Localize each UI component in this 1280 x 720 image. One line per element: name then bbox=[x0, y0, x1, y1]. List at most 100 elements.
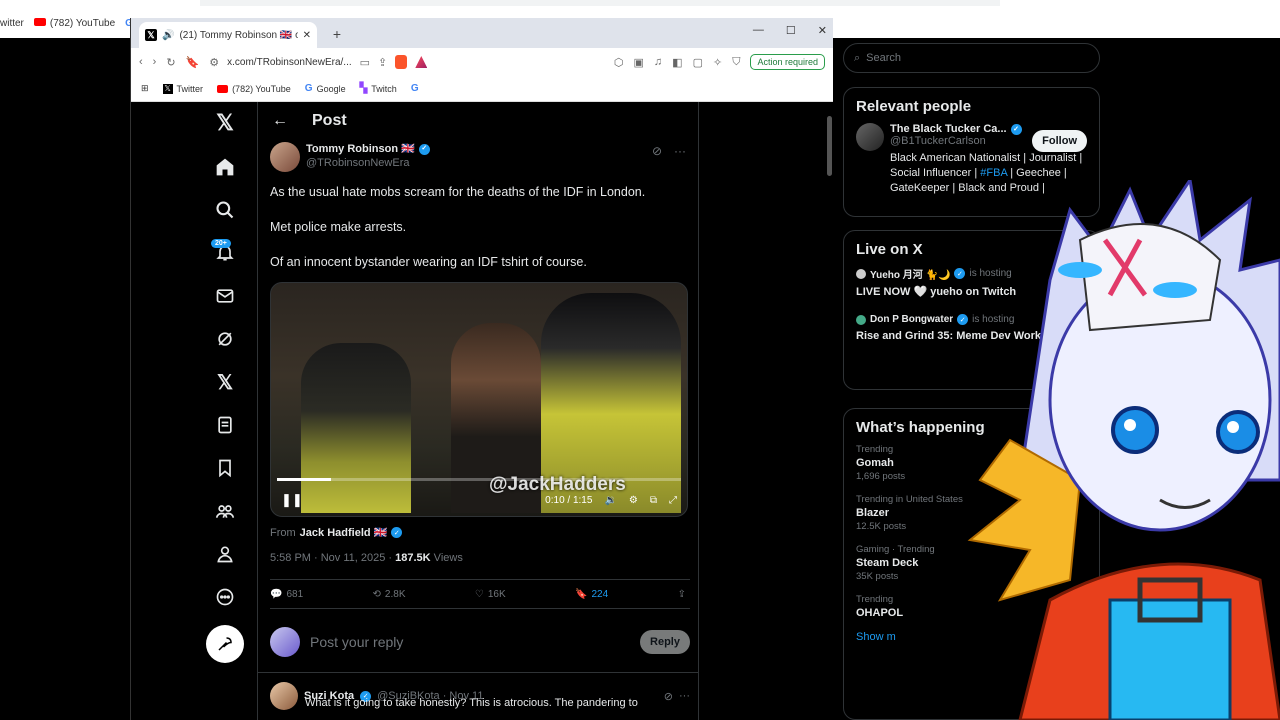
browser-window: 𝕏 🔊 (21) Tommy Robinson 🇬🇧 on X ✕ + — ☐ … bbox=[130, 18, 833, 720]
lists-icon[interactable] bbox=[205, 410, 245, 440]
sidebar-icon[interactable]: ◧ bbox=[672, 56, 682, 69]
vpn-icon[interactable]: ⛉ bbox=[732, 56, 740, 69]
site-info-icon[interactable]: ⚙ bbox=[209, 56, 219, 69]
browser-toolbar: ‹ › ↻ 🔖 ⚙ x.com/TRobinsonNewEra/... ▭ ⇪ … bbox=[131, 48, 833, 76]
minimize-icon[interactable]: — bbox=[753, 24, 764, 37]
search-input[interactable]: ⌕ Search bbox=[843, 43, 1100, 73]
bookmark-twitch[interactable]: ▚ Twitch bbox=[360, 83, 397, 94]
address-bar[interactable]: ⚙ x.com/TRobinsonNewEra/... ▭ ⇪ bbox=[209, 55, 604, 69]
reload-icon[interactable]: ↻ bbox=[166, 56, 175, 69]
more-options-icon[interactable]: ··· bbox=[674, 144, 686, 158]
leo-icon[interactable]: ✧ bbox=[713, 56, 722, 69]
grok-explain-icon[interactable]: ⊘ bbox=[664, 690, 673, 703]
grok-icon[interactable] bbox=[205, 324, 245, 354]
premium-x-icon[interactable]: 𝕏 bbox=[205, 367, 245, 397]
avatar[interactable] bbox=[270, 142, 300, 172]
post-text-line-1: As the usual hate mobs scream for the de… bbox=[270, 185, 646, 199]
bookmark-twitch-label: Twitch bbox=[371, 83, 397, 94]
back-arrow-icon[interactable]: ← bbox=[272, 112, 288, 130]
scrollbar[interactable] bbox=[827, 116, 832, 176]
maximize-icon[interactable]: ☐ bbox=[786, 24, 796, 37]
relevant-person-name[interactable]: The Black Tucker Ca... bbox=[890, 123, 1007, 135]
avatar bbox=[270, 627, 300, 657]
post-stats: 💬 681 ⟲ 2.8K ♡ 16K 🔖 224 ⇪ bbox=[270, 579, 690, 609]
bg-bookmark-twitter[interactable]: witter bbox=[0, 18, 24, 29]
compose-post-button[interactable] bbox=[206, 625, 244, 663]
reply-item[interactable]: Suzi Kota ✓ @SuziBKota · Nov 11 ⊘ ··· Wh… bbox=[270, 682, 690, 710]
wallet-icon[interactable]: ▢ bbox=[693, 56, 703, 69]
extension-icon[interactable]: ⬡ bbox=[614, 56, 624, 69]
timestamp-text[interactable]: 5:58 PM · Nov 11, 2025 · bbox=[270, 552, 395, 564]
video-progress-fill bbox=[277, 478, 331, 481]
profile-icon[interactable] bbox=[205, 539, 245, 569]
picture-in-picture-icon[interactable]: ⧉ bbox=[650, 495, 657, 506]
extension-icon-2[interactable]: ▣ bbox=[634, 56, 644, 69]
like-stat[interactable]: ♡ 16K bbox=[475, 589, 506, 600]
author-handle[interactable]: @TRobinsonNewEra bbox=[306, 156, 430, 170]
speaker-icon[interactable]: 🔊 bbox=[162, 30, 174, 41]
x-home-logo-icon[interactable]: 𝕏 bbox=[205, 108, 245, 138]
video-time: 0:10 / 1:15 bbox=[545, 494, 593, 506]
cast-icon[interactable]: ▭ bbox=[360, 56, 370, 69]
follow-button[interactable]: Follow bbox=[1032, 130, 1087, 152]
replies-count: 681 bbox=[286, 588, 304, 600]
verified-badge-icon: ✓ bbox=[1010, 123, 1022, 135]
share-stat[interactable]: ⇪ bbox=[678, 589, 686, 600]
bookmarks-icon[interactable] bbox=[205, 453, 245, 483]
video-player[interactable]: @JackHadders ❚❚ 0:10 / 1:15 🔉 ⚙ ⧉ ⤢ bbox=[270, 282, 688, 517]
media-icon[interactable]: ♫ bbox=[654, 56, 662, 68]
relevant-people-title: Relevant people bbox=[856, 98, 972, 115]
bookmarks-count: 224 bbox=[591, 588, 609, 600]
video-progress-bar[interactable] bbox=[277, 478, 681, 481]
reply-input[interactable]: Post your reply bbox=[310, 634, 630, 650]
from-name[interactable]: Jack Hadfield 🇬🇧 bbox=[300, 526, 388, 539]
avatar[interactable] bbox=[856, 123, 884, 151]
repost-stat[interactable]: ⟲ 2.8K bbox=[373, 589, 406, 600]
url-text: x.com/TRobinsonNewEra/... bbox=[227, 56, 352, 68]
bookmark-youtube[interactable]: (782) YouTube bbox=[217, 84, 291, 94]
share-icon[interactable]: ⇪ bbox=[378, 56, 387, 69]
volume-icon[interactable]: 🔉 bbox=[604, 495, 616, 506]
left-nav: 𝕏 20+ 𝕏 bbox=[131, 102, 258, 720]
bookmark-stat[interactable]: 🔖 224 bbox=[575, 589, 608, 600]
post-column: ← Post Tommy Robinson 🇬🇧 ✓ @TRobinsonNewE… bbox=[258, 102, 699, 720]
fullscreen-icon[interactable]: ⤢ bbox=[669, 495, 677, 506]
bookmark-page-icon[interactable]: 🔖 bbox=[186, 56, 200, 69]
more-options-icon[interactable]: ··· bbox=[679, 690, 690, 702]
brave-rewards-icon[interactable] bbox=[415, 56, 428, 68]
settings-gear-icon[interactable]: ⚙ bbox=[629, 495, 638, 506]
bookmark-twitter[interactable]: 𝕏 Twitter bbox=[162, 83, 203, 94]
brave-shields-icon[interactable] bbox=[395, 55, 408, 69]
messages-icon[interactable] bbox=[205, 281, 245, 311]
communities-icon[interactable] bbox=[205, 496, 245, 526]
forward-icon[interactable]: › bbox=[153, 56, 157, 68]
tab-active[interactable]: 𝕏 🔊 (21) Tommy Robinson 🇬🇧 on X ✕ bbox=[139, 22, 317, 48]
back-icon[interactable]: ‹ bbox=[139, 56, 143, 68]
bg-bookmark-youtube-label: (782) YouTube bbox=[49, 17, 116, 29]
explore-search-icon[interactable] bbox=[205, 195, 245, 225]
close-tab-icon[interactable]: ✕ bbox=[303, 30, 311, 41]
more-icon[interactable] bbox=[205, 582, 245, 612]
vtuber-avatar-overlay bbox=[967, 180, 1280, 720]
bookmark-google[interactable]: G Google bbox=[305, 83, 346, 94]
post-author[interactable]: Tommy Robinson 🇬🇧 ✓ @TRobinsonNewEra bbox=[270, 142, 430, 172]
grok-explain-icon[interactable]: ⊘ bbox=[652, 144, 662, 158]
bg-bookmark-youtube[interactable]: (782) YouTube bbox=[33, 17, 116, 29]
action-required-button[interactable]: Action required bbox=[750, 54, 825, 70]
new-tab-button[interactable]: + bbox=[325, 22, 349, 46]
video-controls: ❚❚ 0:10 / 1:15 🔉 ⚙ ⧉ ⤢ bbox=[271, 484, 687, 516]
reply-stat[interactable]: 💬 681 bbox=[270, 589, 303, 600]
reply-composer: Post your reply Reply bbox=[270, 622, 690, 662]
pause-icon[interactable]: ❚❚ bbox=[281, 492, 303, 508]
apps-grid-icon[interactable]: ⊞ bbox=[141, 83, 149, 94]
close-window-icon[interactable]: ✕ bbox=[818, 24, 827, 37]
reply-button[interactable]: Reply bbox=[640, 630, 690, 654]
home-icon[interactable] bbox=[205, 152, 245, 182]
repost-icon: ⟲ bbox=[372, 588, 381, 600]
post-timestamp: 5:58 PM · Nov 11, 2025 · 187.5K Views bbox=[270, 552, 463, 564]
bio-hashtag[interactable]: #FBA bbox=[980, 167, 1007, 179]
divider bbox=[258, 672, 698, 673]
avatar[interactable] bbox=[270, 682, 298, 710]
bookmark-google-2[interactable]: G bbox=[411, 83, 419, 94]
author-name[interactable]: Tommy Robinson 🇬🇧 bbox=[306, 142, 415, 156]
